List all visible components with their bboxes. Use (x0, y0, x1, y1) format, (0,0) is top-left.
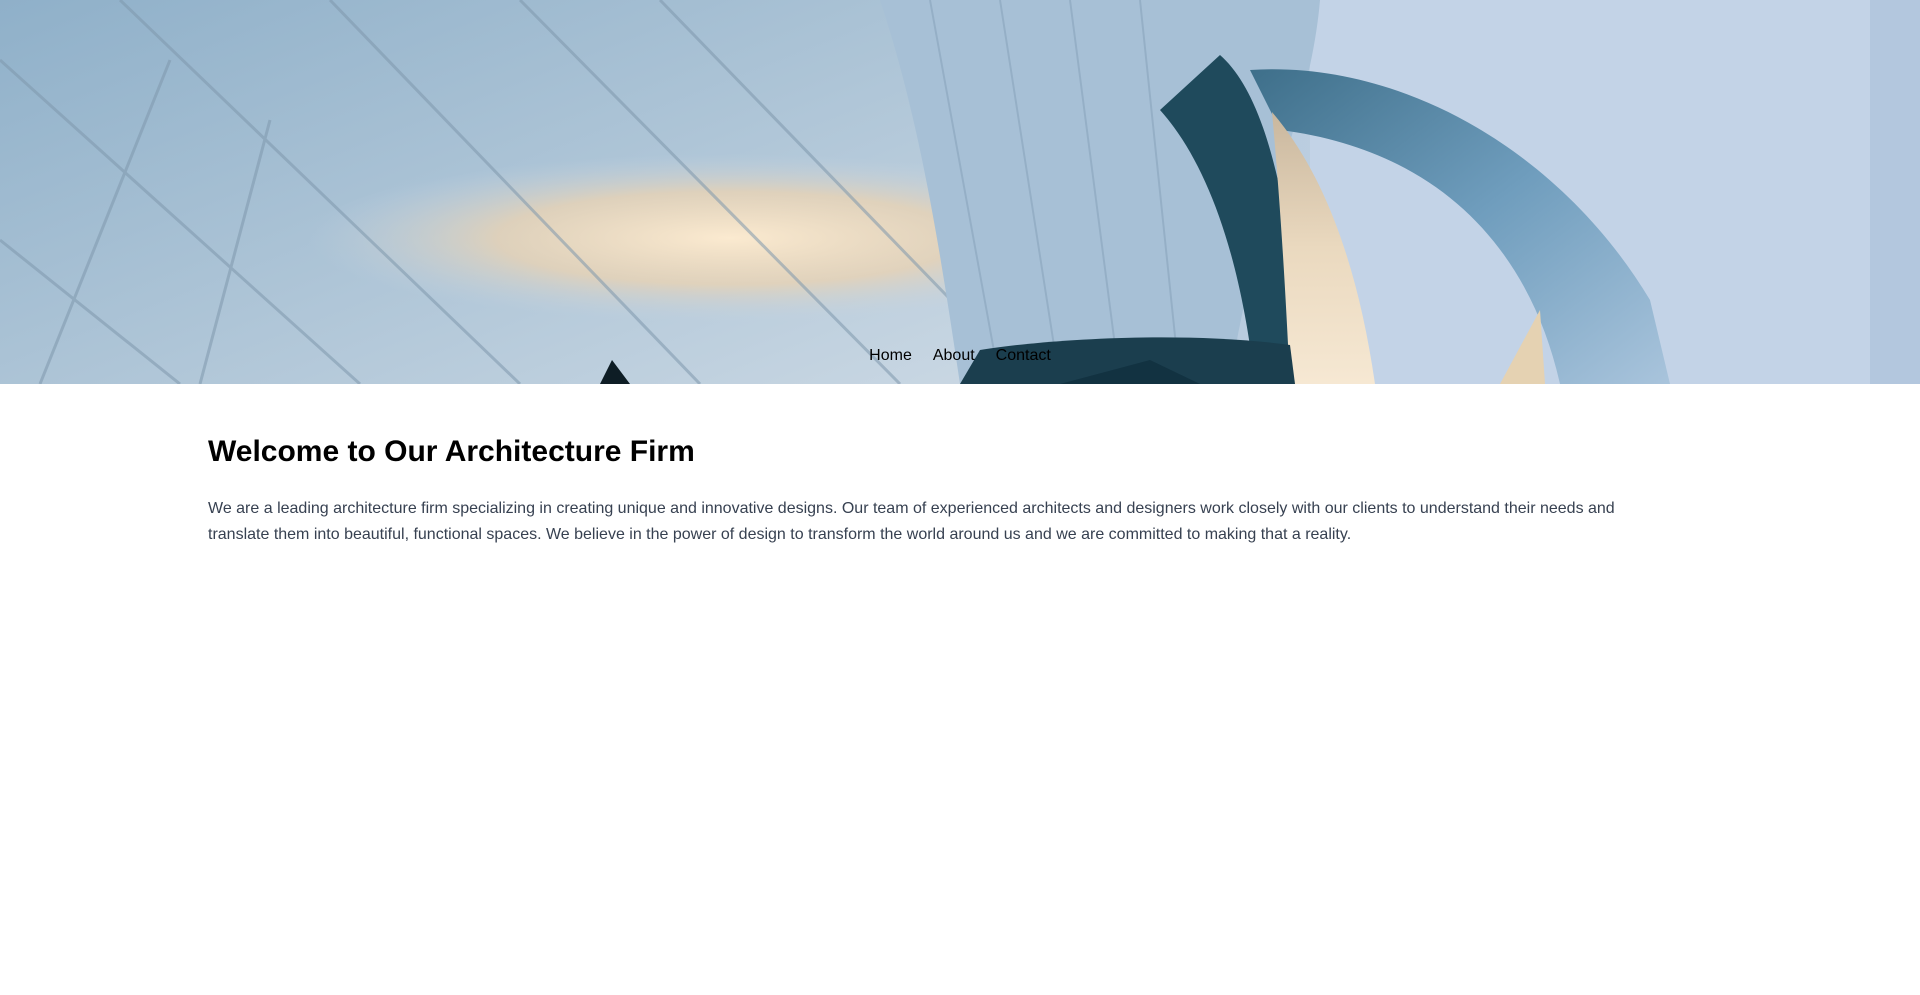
main-nav: Home About Contact (0, 344, 1920, 368)
nav-link-about[interactable]: About (933, 344, 975, 368)
hero-banner: Home About Contact (0, 0, 1920, 384)
intro-paragraph: We are a leading architecture firm speci… (208, 500, 1615, 543)
page-title: Welcome to Our Architecture Firm (208, 435, 695, 468)
nav-link-home[interactable]: Home (869, 344, 912, 368)
nav-link-contact[interactable]: Contact (996, 344, 1051, 368)
main-content: Welcome to Our Architecture Firm We are … (208, 426, 1668, 548)
hero-image (0, 0, 1920, 384)
